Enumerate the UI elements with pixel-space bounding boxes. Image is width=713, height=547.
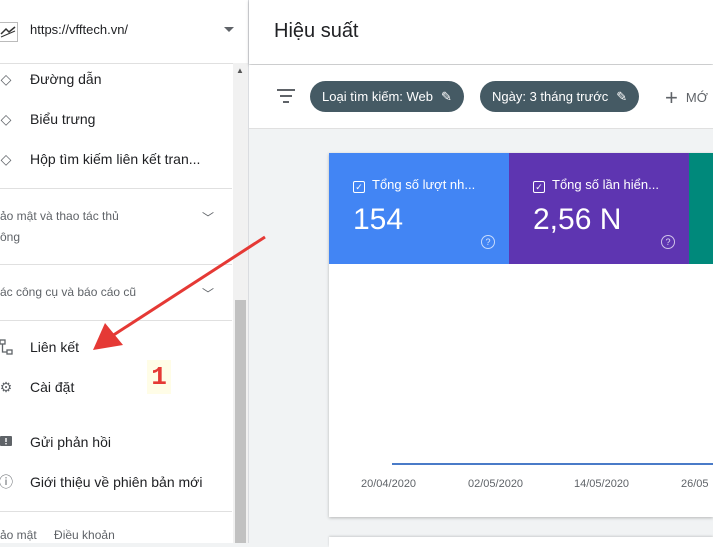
x-tick-label: 20/04/2020	[361, 478, 417, 490]
site-logo-icon	[0, 22, 18, 42]
add-filter-label: MỚ	[685, 90, 708, 105]
add-filter-button[interactable]: + MỚ	[665, 85, 708, 111]
divider	[0, 320, 232, 321]
info-icon: ⓘ	[0, 474, 13, 490]
metric-ctr[interactable]	[689, 153, 713, 264]
scrollbar-thumb[interactable]	[235, 300, 246, 543]
gear-icon: ⚙	[0, 379, 13, 395]
chart-series-line	[392, 463, 713, 465]
sidebar-footer: ảo mật Điều khoản	[0, 528, 129, 542]
metric-value: 154	[353, 203, 404, 236]
chip-label: Ngày: 3 tháng trước	[492, 89, 609, 104]
filter-bar: Loại tìm kiếm: Web ✎ Ngày: 3 tháng trước ✎…	[249, 65, 713, 129]
layers-icon: ◇	[0, 151, 12, 167]
edit-icon: ✎	[616, 89, 628, 104]
section-legacy-tools[interactable]: ác công cụ và báo cáo cũ ﹀	[0, 282, 232, 303]
section-security[interactable]: ảo mật và thao tác thủ ông ﹀	[0, 206, 232, 248]
sidebar-item-label: Liên kết	[30, 339, 80, 355]
chevron-down-icon[interactable]	[224, 27, 234, 32]
layers-icon: ◇	[0, 71, 12, 87]
metric-total-clicks[interactable]: ✓ Tổng số lượt nh... 154 ?	[329, 153, 509, 264]
x-tick-label: 14/05/2020	[574, 478, 630, 490]
page-header: Hiệu suất	[249, 0, 713, 64]
metric-total-impressions[interactable]: ✓ Tổng số lần hiển... 2,56 N ?	[509, 153, 689, 264]
sidebar-item-links[interactable]: Liên kết	[0, 328, 232, 368]
sidebar-item-feedback[interactable]: Gửi phản hồi	[0, 423, 232, 463]
chip-label: Loại tìm kiếm: Web	[322, 89, 434, 104]
sidebar-item-label: Đường dẫn	[30, 71, 102, 87]
scroll-up-icon[interactable]: ▲	[236, 66, 244, 75]
property-selector[interactable]: https://vfftech.vn/	[0, 0, 248, 64]
chevron-down-icon: ﹀	[202, 287, 215, 301]
date-filter-chip[interactable]: Ngày: 3 tháng trước ✎	[480, 81, 640, 112]
help-icon[interactable]: ?	[661, 235, 675, 249]
metric-label: ✓ Tổng số lượt nh...	[353, 177, 475, 193]
plus-icon: +	[665, 85, 678, 110]
performance-card: ✓ Tổng số lượt nh... 154 ? ✓ Tổng số lần h…	[329, 153, 713, 517]
annotation-number-badge: 1	[147, 360, 171, 394]
feedback-icon	[0, 434, 14, 450]
help-icon[interactable]: ?	[481, 235, 495, 249]
edit-icon: ✎	[441, 89, 452, 104]
sidebar-item-label: Hộp tìm kiếm liên kết tran...	[30, 151, 201, 167]
divider	[0, 511, 232, 512]
links-icon	[0, 339, 14, 355]
chevron-down-icon: ﹀	[202, 211, 215, 225]
section-security-line1: ảo mật và thao tác thủ	[0, 209, 119, 223]
metric-value: 2,56 N	[533, 203, 622, 236]
divider	[0, 264, 232, 265]
x-tick-label: 26/05	[681, 478, 709, 490]
section-legacy-label: ác công cụ và báo cáo cũ	[0, 285, 137, 299]
section-security-line2: ông	[0, 230, 21, 244]
filter-icon[interactable]	[277, 89, 295, 105]
terms-link[interactable]: Điều khoản	[54, 528, 115, 542]
metric-label: ✓ Tổng số lần hiển...	[533, 177, 659, 193]
x-tick-label: 02/05/2020	[468, 478, 524, 490]
sidebar-item-label: Giới thiệu về phiên bản mới	[30, 474, 203, 490]
page-title: Hiệu suất	[274, 20, 359, 42]
sidebar-item-sitelinks-searchbox[interactable]: ◇ Hộp tìm kiếm liên kết tran...	[0, 140, 232, 180]
property-url: https://vfftech.vn/	[30, 22, 129, 37]
sidebar-item-breadcrumbs[interactable]: ◇ Đường dẫn	[0, 60, 232, 100]
sidebar-item-settings[interactable]: ⚙ Cài đặt	[0, 368, 232, 408]
layers-icon: ◇	[0, 111, 12, 127]
sidebar-item-about-new-version[interactable]: ⓘ Giới thiệu về phiên bản mới	[0, 463, 232, 503]
sidebar-item-label: Cài đặt	[30, 379, 75, 395]
sidebar-item-label: Gửi phản hồi	[30, 434, 111, 450]
search-type-filter-chip[interactable]: Loại tìm kiếm: Web ✎	[310, 81, 464, 112]
privacy-link[interactable]: ảo mật	[0, 528, 37, 542]
sidebar-item-logo[interactable]: ◇ Biểu trưng	[0, 100, 232, 140]
sidebar-item-label: Biểu trưng	[30, 111, 96, 127]
sidebar: https://vfftech.vn/ ◇ Đường dẫn ◇ Biểu t…	[0, 0, 249, 543]
divider	[0, 188, 232, 189]
checkbox-icon: ✓	[353, 181, 365, 193]
checkbox-icon: ✓	[533, 181, 545, 193]
next-card	[329, 537, 713, 547]
